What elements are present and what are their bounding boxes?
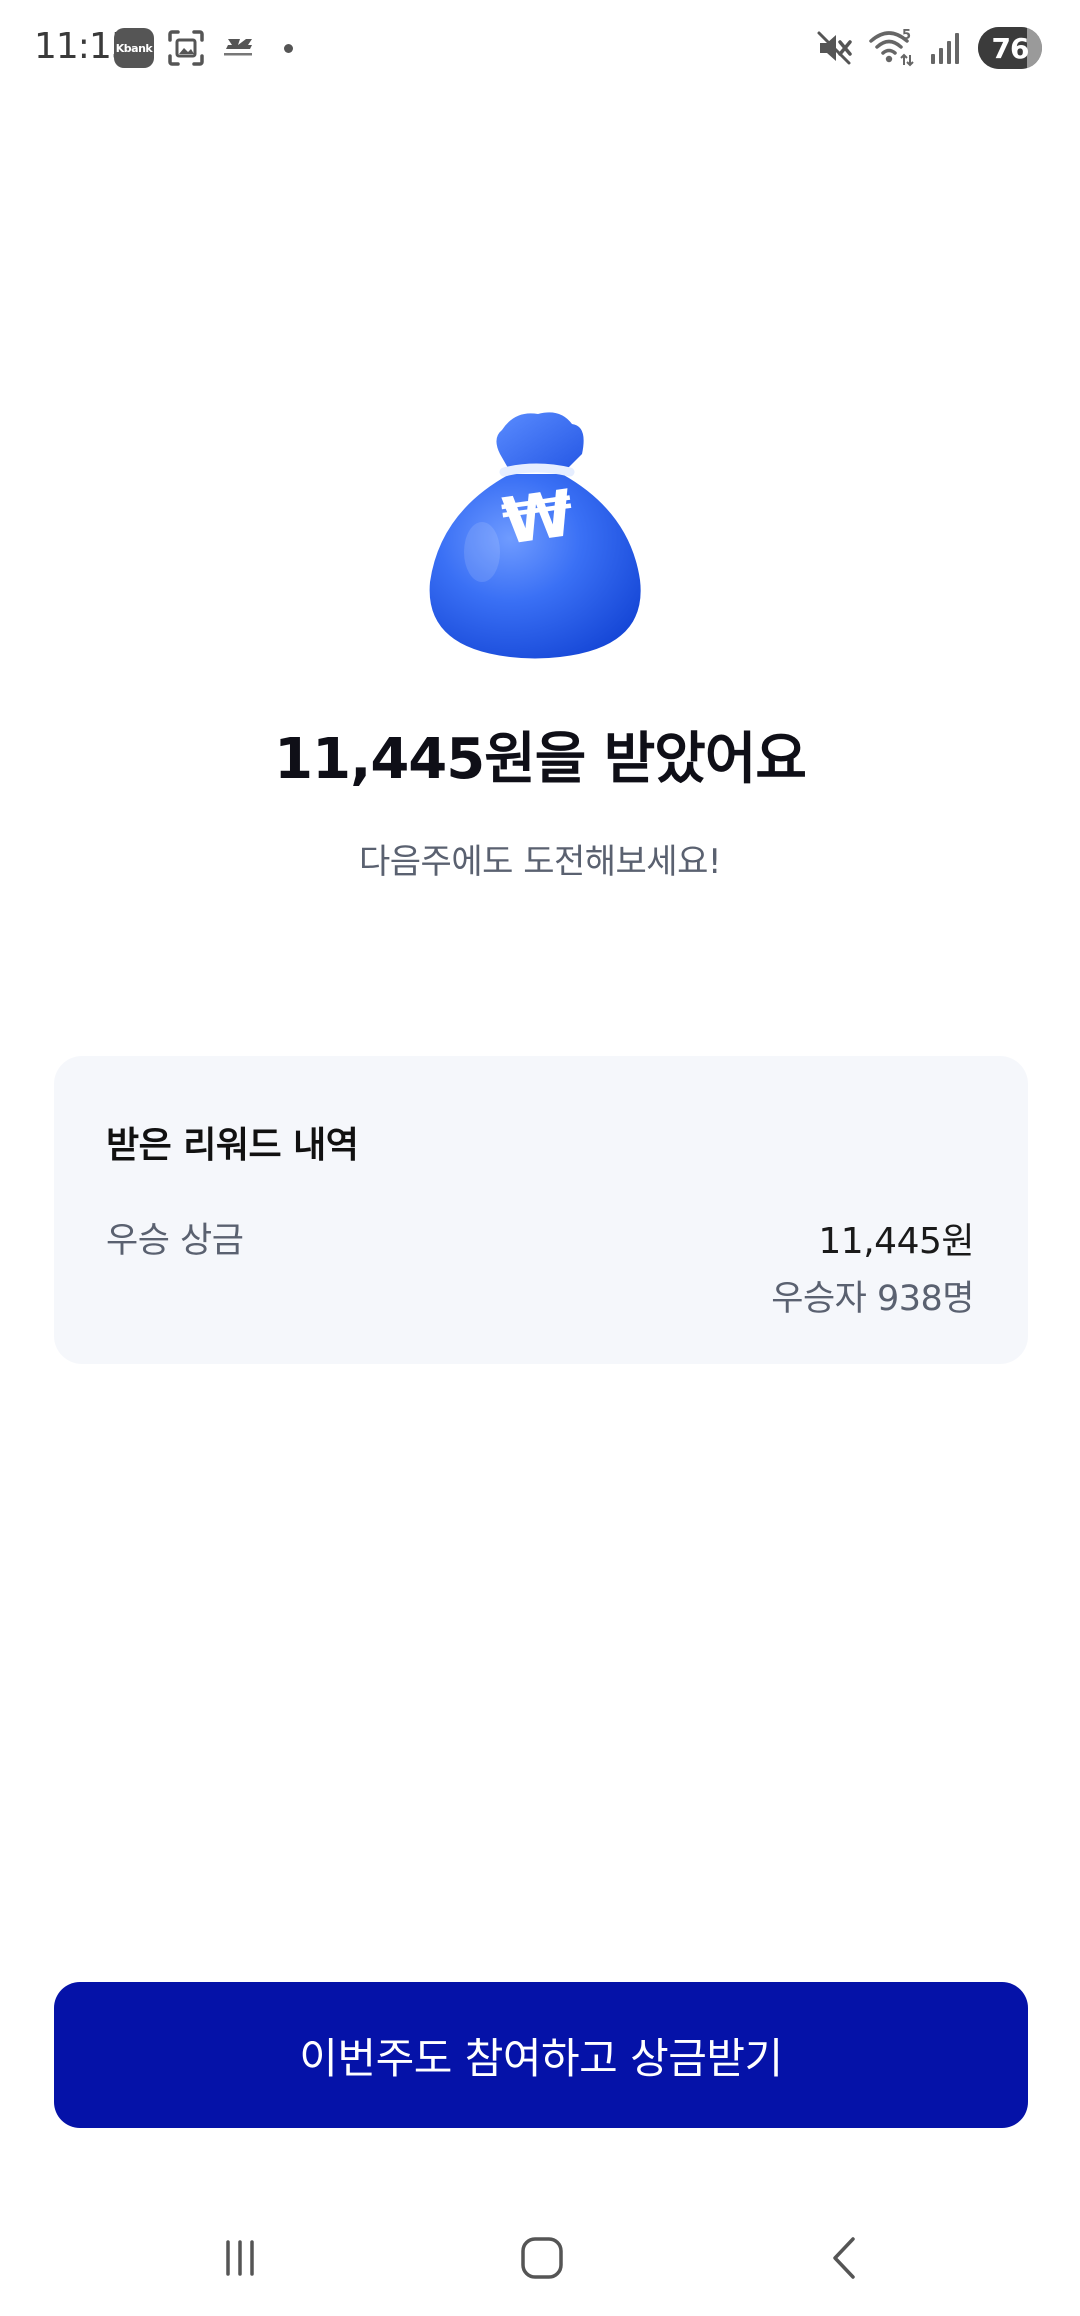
home-icon: [521, 2237, 563, 2279]
signal-icon: [931, 33, 959, 64]
recent-apps-icon: [226, 2240, 254, 2276]
status-right-icons: 5 76: [814, 24, 1042, 72]
battery-percent: 76: [991, 31, 1030, 65]
back-button[interactable]: [786, 2200, 906, 2316]
status-bar: 11:15 Kbank 5 76: [0, 0, 1080, 96]
participate-button[interactable]: 이번주도 참여하고 상금받기: [54, 1982, 1028, 2128]
recent-apps-button[interactable]: [180, 2200, 300, 2316]
home-button[interactable]: [482, 2200, 602, 2316]
navigation-bar: [0, 2200, 1080, 2316]
money-bag-icon: ₩: [429, 412, 641, 659]
result-title: 11,445원을 받았어요: [274, 727, 807, 792]
reward-card-title: 받은 리워드 내역: [106, 1125, 359, 1166]
reward-history-card: 받은 리워드 내역 우승 상금 11,445원 우승자 938명: [54, 1056, 1028, 1364]
mute-icon: [817, 31, 852, 65]
new-balance-icon: [224, 39, 252, 56]
screenshot-icon: [168, 30, 204, 66]
won-symbol: ₩: [498, 477, 578, 560]
winner-count: 우승자 938명: [771, 1279, 974, 1319]
wifi-badge-text: 5: [902, 28, 911, 43]
prize-amount: 11,445원: [818, 1221, 974, 1262]
result-subtitle: 다음주에도 도전해보세요!: [358, 842, 722, 882]
notification-dot: [284, 43, 293, 53]
status-left-icons: Kbank: [114, 26, 293, 70]
back-icon: [833, 2237, 855, 2279]
wifi-icon: 5: [869, 28, 914, 67]
kbank-app-icon: Kbank: [114, 28, 154, 68]
battery-icon: 76: [978, 27, 1042, 69]
prize-label: 우승 상금: [106, 1221, 244, 1261]
screen: 11:15 Kbank 5 76 ₩ 11,445원을 받았어요 다음주에도 도…: [0, 0, 1080, 2316]
